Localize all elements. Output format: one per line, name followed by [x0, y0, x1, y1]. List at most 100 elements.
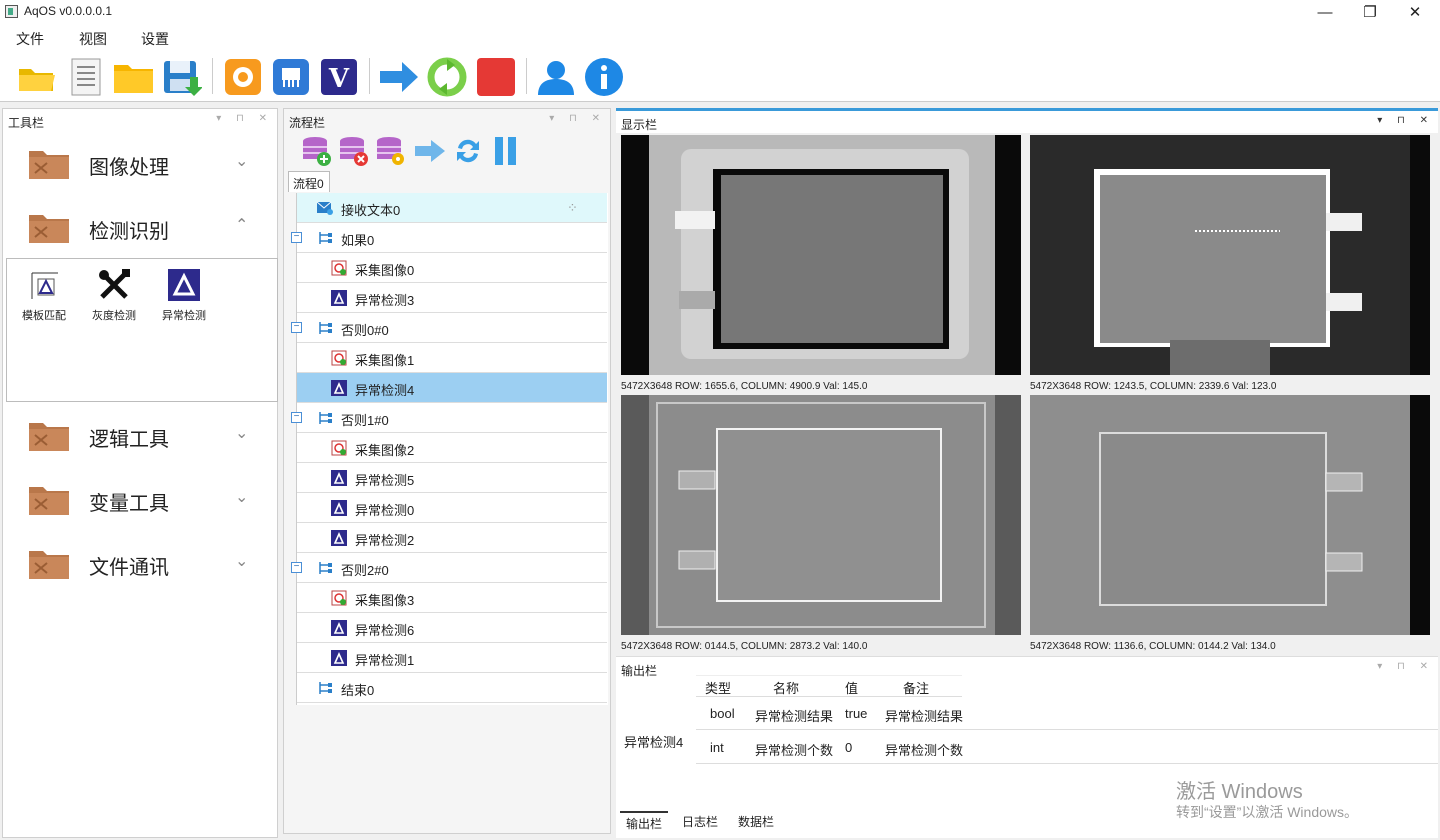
cell-note: 异常检测结果 — [885, 709, 964, 724]
chevron-down-icon: ⌄ — [235, 489, 249, 506]
flow-row[interactable]: 异常检测3 — [297, 283, 607, 313]
flow-row[interactable]: 结束0 — [297, 673, 607, 703]
anomaly-icon — [166, 267, 202, 303]
category-logic-tools[interactable]: 逻辑工具 ⌄ — [3, 405, 279, 465]
camera-view-1[interactable] — [621, 135, 1021, 375]
run-flow-icon[interactable] — [414, 139, 446, 163]
camera-view-4[interactable] — [1030, 395, 1430, 635]
tab-data[interactable]: 数据栏 — [738, 811, 774, 832]
flow-row[interactable]: 异常检测4 — [297, 373, 607, 403]
category-label: 检测识别 — [89, 221, 169, 243]
output-group-label: 异常检测4 — [624, 735, 684, 750]
flow-row[interactable]: 异常检测1 — [297, 643, 607, 673]
category-file-comm[interactable]: 文件通讯 ⌄ — [3, 533, 279, 593]
stop-icon[interactable] — [476, 57, 516, 97]
close-button[interactable]: ✕ — [1392, 0, 1438, 24]
column-header-name[interactable]: 名称 — [773, 678, 799, 699]
restore-button[interactable]: ❐ — [1347, 0, 1393, 24]
menu-file[interactable]: 文件 — [16, 29, 44, 49]
anomaly-icon — [331, 380, 347, 396]
camera-view-3[interactable] — [621, 395, 1021, 635]
flow-row[interactable]: 采集图像0 — [297, 253, 607, 283]
save-icon[interactable] — [162, 57, 202, 97]
cell-name: 异常检测个数 — [755, 743, 834, 758]
menu-view[interactable]: 视图 — [79, 29, 107, 49]
flow-row-label: 异常检测3 — [355, 293, 415, 308]
panel-controls[interactable]: ▾ ⊓ ✕ — [216, 113, 273, 124]
pause-icon[interactable] — [492, 136, 520, 166]
flow-row[interactable]: 采集图像2 — [297, 433, 607, 463]
folder-icon[interactable] — [113, 57, 153, 97]
row-divider — [696, 729, 1438, 730]
network-icon[interactable] — [271, 57, 311, 97]
info-icon[interactable] — [584, 57, 624, 97]
column-header-value[interactable]: 值 — [845, 678, 858, 699]
camera-info-4: 5472X3648 ROW: 1136.6, COLUMN: 0144.2 Va… — [1030, 641, 1276, 652]
tab-log[interactable]: 日志栏 — [682, 811, 718, 832]
flow-row-label: 异常检测1 — [355, 653, 415, 668]
output-panel-title: 输出栏 — [621, 664, 658, 678]
flow-row-label: 采集图像3 — [355, 593, 415, 608]
camera-image — [621, 395, 1021, 635]
user-icon[interactable] — [536, 57, 576, 97]
tool-template-match[interactable]: 模板匹配 — [13, 267, 75, 327]
menu-settings[interactable]: 设置 — [141, 29, 169, 49]
flow-row[interactable]: − 否则2#0 — [291, 553, 607, 583]
flow-row[interactable]: − 否则1#0 — [291, 403, 607, 433]
flow-row[interactable]: 接收文本0 ⁘ — [297, 193, 607, 223]
flow-panel-title: 流程栏 — [289, 116, 326, 130]
flow-row[interactable]: − 如果0 — [291, 223, 607, 253]
tool-grid: 模板匹配 灰度检测 异常检测 — [6, 258, 278, 402]
flow-row[interactable]: 采集图像1 — [297, 343, 607, 373]
camera-view-2[interactable] — [1030, 135, 1430, 375]
run-arrow-icon[interactable] — [378, 57, 418, 97]
app-icon — [5, 5, 18, 18]
flow-row[interactable]: 异常检测6 — [297, 613, 607, 643]
tool-label: 异常检测 — [162, 310, 206, 322]
flow-row[interactable]: 采集图像3 — [297, 583, 607, 613]
tab-output[interactable]: 输出栏 — [620, 811, 669, 834]
cell-name: 异常检测结果 — [755, 709, 834, 724]
category-label: 文件通讯 — [89, 557, 169, 579]
tool-anomaly-detect[interactable]: 异常检测 — [153, 267, 215, 327]
camera-info-3: 5472X3648 ROW: 0144.5, COLUMN: 2873.2 Va… — [621, 641, 868, 652]
panel-controls[interactable]: ▾ ⊓ ✕ — [1377, 115, 1434, 126]
branch-icon — [319, 562, 332, 574]
collapse-icon[interactable]: − — [291, 562, 302, 573]
collapse-icon[interactable]: − — [291, 412, 302, 423]
tool-gray-detect[interactable]: 灰度检测 — [83, 267, 145, 327]
panel-controls[interactable]: ▾ ⊓ ✕ — [549, 113, 606, 124]
anomaly-icon — [331, 650, 347, 666]
flow-row[interactable]: 异常检测5 — [297, 463, 607, 493]
flow-row[interactable]: 异常检测2 — [297, 523, 607, 553]
flow-row[interactable]: − 否则0#0 — [291, 313, 607, 343]
minimize-button[interactable]: — — [1302, 0, 1348, 24]
anomaly-icon — [331, 620, 347, 636]
column-header-note[interactable]: 备注 — [903, 678, 929, 699]
output-panel: 输出栏 ▾ ⊓ ✕ 类型 名称 值 备注 异常检测4 bool 异常检测结果 t… — [616, 656, 1438, 838]
settings-db-icon[interactable] — [376, 135, 406, 167]
recycle-icon[interactable] — [427, 57, 467, 97]
chevron-down-icon: ⌄ — [235, 553, 249, 570]
add-db-icon[interactable] — [302, 135, 332, 167]
cell-value: true — [845, 706, 868, 721]
camera-image — [1030, 135, 1430, 375]
chevron-up-icon: ⌃ — [235, 217, 249, 234]
camera-icon[interactable] — [223, 57, 263, 97]
tab-flow0[interactable]: 流程0 — [288, 171, 330, 192]
category-image-processing[interactable]: 图像处理 ⌄ — [3, 133, 279, 193]
flow-row[interactable]: 异常检测0 — [297, 493, 607, 523]
open-folder-icon[interactable] — [17, 57, 57, 97]
delete-db-icon[interactable] — [339, 135, 369, 167]
folder-icon — [29, 215, 69, 243]
loop-icon[interactable] — [454, 136, 482, 166]
collapse-icon[interactable]: − — [291, 232, 302, 243]
vision-icon[interactable]: V — [319, 57, 359, 97]
document-icon[interactable] — [66, 57, 106, 97]
collapse-icon[interactable]: − — [291, 322, 302, 333]
category-variable-tools[interactable]: 变量工具 ⌄ — [3, 469, 279, 529]
panel-controls[interactable]: ▾ ⊓ ✕ — [1377, 661, 1434, 672]
flow-row-label: 异常检测6 — [355, 623, 415, 638]
category-detection[interactable]: 检测识别 ⌃ — [3, 197, 279, 257]
column-header-type[interactable]: 类型 — [705, 678, 731, 699]
